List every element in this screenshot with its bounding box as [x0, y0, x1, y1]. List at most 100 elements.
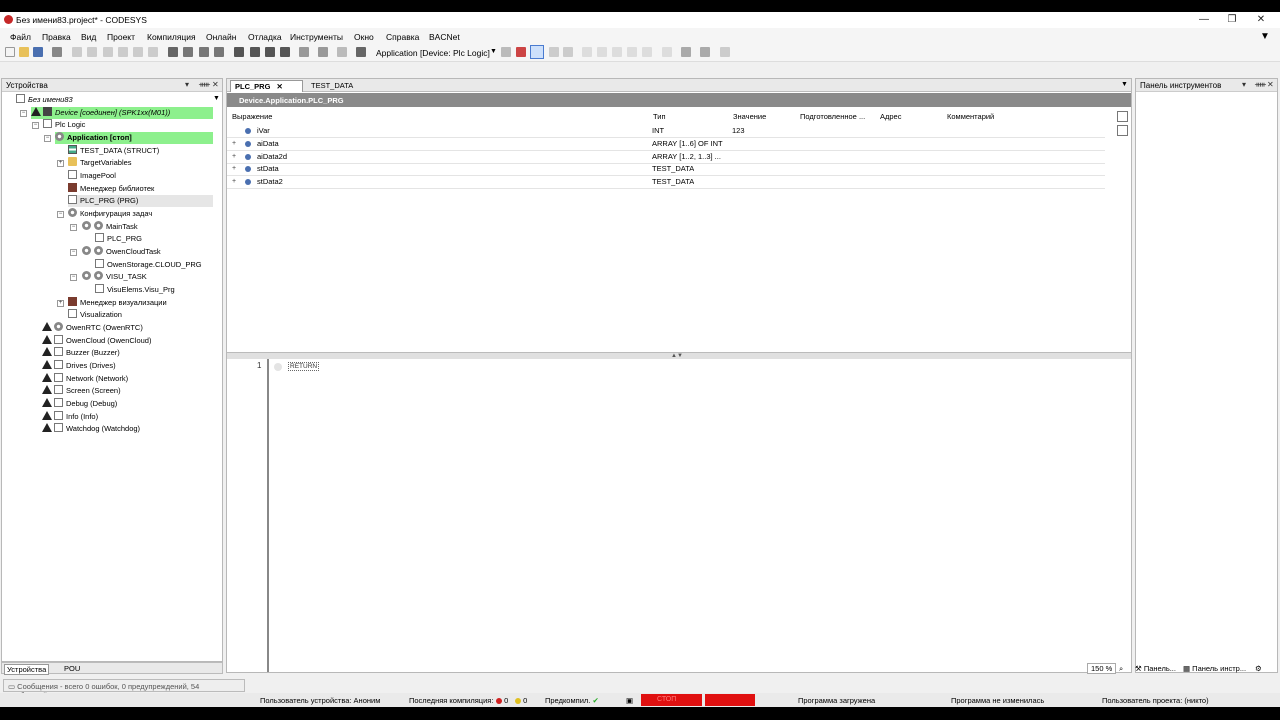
tree-node-target-variables[interactable]: TargetVariables	[68, 157, 132, 169]
warning-count[interactable]: 0	[515, 696, 527, 705]
editor-splitter[interactable]: ▲▼	[227, 352, 1131, 359]
tab-devices[interactable]: Устройства	[4, 664, 50, 675]
filter-icon[interactable]: ▼	[1260, 31, 1270, 42]
save-icon[interactable]	[33, 47, 43, 57]
tree-node-visu-prg[interactable]: VisuElems.Visu_Prg	[95, 284, 175, 296]
tree-node-screen[interactable]: Screen (Screen)	[42, 385, 121, 397]
paste-icon[interactable]	[133, 47, 143, 57]
menu-online[interactable]: Онлайн	[206, 32, 236, 42]
find-icon[interactable]	[168, 47, 178, 57]
tree-node-buzzer[interactable]: Buzzer (Buzzer)	[42, 347, 120, 359]
messages-bar[interactable]: ▭ Сообщения - всего 0 ошибок, 0 предупре…	[3, 679, 245, 700]
expand-target-variables-icon[interactable]: +	[57, 160, 64, 167]
new-file-icon[interactable]	[5, 47, 15, 57]
build-icon[interactable]	[234, 47, 244, 57]
tree-node-info[interactable]: Info (Info)	[42, 411, 98, 423]
tree-node-watchdog[interactable]: Watchdog (Watchdog)	[42, 423, 140, 435]
table-view-icon[interactable]	[1117, 111, 1128, 122]
start-button[interactable]	[530, 45, 544, 59]
menu-project[interactable]: Проект	[107, 32, 135, 42]
col-value[interactable]: Значение	[733, 112, 766, 121]
panel-close-icon[interactable]: ✕	[1267, 80, 1274, 89]
tools-tab-1[interactable]: ⚒ Панель...	[1135, 664, 1176, 673]
breakpoint-marker-icon[interactable]	[274, 363, 282, 371]
print-icon[interactable]	[52, 47, 62, 57]
expand-icon[interactable]: +	[232, 176, 236, 188]
menu-view[interactable]: Вид	[81, 32, 96, 42]
expand-icon[interactable]: +	[232, 138, 236, 150]
tree-node-owencloudtask[interactable]: OwenCloudTask	[82, 246, 161, 258]
tab-list-icon[interactable]: ▼	[1121, 81, 1128, 88]
force-values-icon[interactable]	[700, 47, 710, 57]
menu-build[interactable]: Компиляция	[147, 32, 196, 42]
precompile-status[interactable]: Предкомпил. ✔	[545, 696, 599, 705]
rebuild-icon[interactable]	[250, 47, 260, 57]
application-selector[interactable]: Application [Device: Plc Logic]	[376, 48, 490, 58]
tree-node-application[interactable]: Application [стоп]	[55, 132, 213, 144]
menu-tools[interactable]: Инструменты	[290, 32, 343, 42]
table-row[interactable]: + stData2 TEST_DATA	[227, 176, 1105, 189]
write-values-icon[interactable]	[681, 47, 691, 57]
tree-node-library-manager[interactable]: Менеджер библиотек	[68, 183, 154, 195]
menu-file[interactable]: Файл	[10, 32, 31, 42]
tools-tab-2[interactable]: ▦ Панель инстр...	[1183, 664, 1246, 673]
tree-node-project[interactable]: Без имени83	[16, 94, 73, 106]
zoom-level[interactable]: 150 %	[1087, 663, 1117, 674]
table-row[interactable]: iVar INT 123	[227, 125, 1105, 138]
run-to-cursor-icon[interactable]	[627, 47, 637, 57]
step-out-icon[interactable]	[612, 47, 622, 57]
expand-icon[interactable]: +	[232, 151, 236, 163]
col-prepared[interactable]: Подготовленное ...	[800, 112, 865, 121]
tree-node-plc-logic[interactable]: Plc Logic	[43, 119, 85, 131]
tree-node-image-pool[interactable]: ImagePool	[68, 170, 116, 182]
collapse-maintask-icon[interactable]: −	[70, 224, 77, 231]
tree-node-owencloud[interactable]: OwenCloud (OwenCloud)	[42, 335, 151, 347]
close-tab-icon[interactable]: ✕	[277, 82, 283, 91]
tree-node-maintask-plc-prg[interactable]: PLC_PRG	[95, 233, 142, 245]
panel-menu-icon[interactable]: ▾	[185, 80, 189, 89]
expand-visu-manager-icon[interactable]: +	[57, 300, 64, 307]
chevron-down-icon[interactable]: ▼	[490, 48, 497, 55]
pin-icon[interactable]: ᚔ	[199, 80, 210, 89]
tree-node-plc-prg[interactable]: PLC_PRG (PRG)	[68, 195, 213, 207]
col-comment[interactable]: Комментарий	[947, 112, 994, 121]
bookmark-icon[interactable]	[214, 47, 224, 57]
tree-node-visu-task[interactable]: VISU_TASK	[82, 271, 147, 283]
menu-window[interactable]: Окно	[354, 32, 374, 42]
tree-node-cloud-prg[interactable]: OwenStorage.CLOUD_PRG	[95, 259, 202, 271]
col-type[interactable]: Тип	[653, 112, 666, 121]
collapse-plc-logic-icon[interactable]: −	[32, 122, 39, 129]
tree-node-maintask[interactable]: MainTask	[82, 221, 138, 233]
redo-icon[interactable]	[87, 47, 97, 57]
step-over-icon[interactable]	[582, 47, 592, 57]
col-expression[interactable]: Выражение	[232, 112, 272, 121]
panel-close-icon[interactable]: ✕	[212, 80, 219, 89]
tree-node-task-config[interactable]: Конфигурация задач	[68, 208, 152, 220]
collapse-device-icon[interactable]: −	[20, 110, 27, 117]
cut-icon[interactable]	[103, 47, 113, 57]
close-button[interactable]: ✕	[1254, 14, 1268, 26]
tab-test-data[interactable]: TEST_DATA	[307, 80, 357, 92]
tree-node-visualization[interactable]: Visualization	[68, 309, 122, 321]
table-row[interactable]: + aiData ARRAY [1..6] OF INT	[227, 138, 1105, 151]
window-icon[interactable]	[299, 47, 309, 57]
collapse-application-icon[interactable]: −	[44, 135, 51, 142]
expand-icon[interactable]: +	[232, 163, 236, 175]
panel-menu-icon[interactable]: ▾	[1242, 80, 1246, 89]
pin-icon[interactable]: ᚔ	[1255, 80, 1266, 89]
code-editor[interactable]: 1 RETURN	[227, 359, 1131, 672]
tree-node-owenrtc[interactable]: OwenRTC (OwenRTC)	[42, 322, 143, 334]
minimize-button[interactable]: —	[1197, 14, 1211, 26]
zoom-icon[interactable]: ⌕	[1119, 664, 1123, 674]
replace-icon[interactable]	[183, 47, 193, 57]
generate-code-icon[interactable]	[280, 47, 290, 57]
tree-scroll-down-icon[interactable]: ▼	[213, 95, 220, 102]
step-into-icon[interactable]	[597, 47, 607, 57]
set-next-statement-icon[interactable]	[642, 47, 652, 57]
logout-icon[interactable]	[516, 47, 526, 57]
properties-icon[interactable]	[337, 47, 347, 57]
table-row[interactable]: + stData TEST_DATA	[227, 163, 1105, 176]
login-icon[interactable]	[501, 47, 511, 57]
tree-node-test-data[interactable]: TEST_DATA (STRUCT)	[68, 145, 159, 157]
undo-icon[interactable]	[72, 47, 82, 57]
